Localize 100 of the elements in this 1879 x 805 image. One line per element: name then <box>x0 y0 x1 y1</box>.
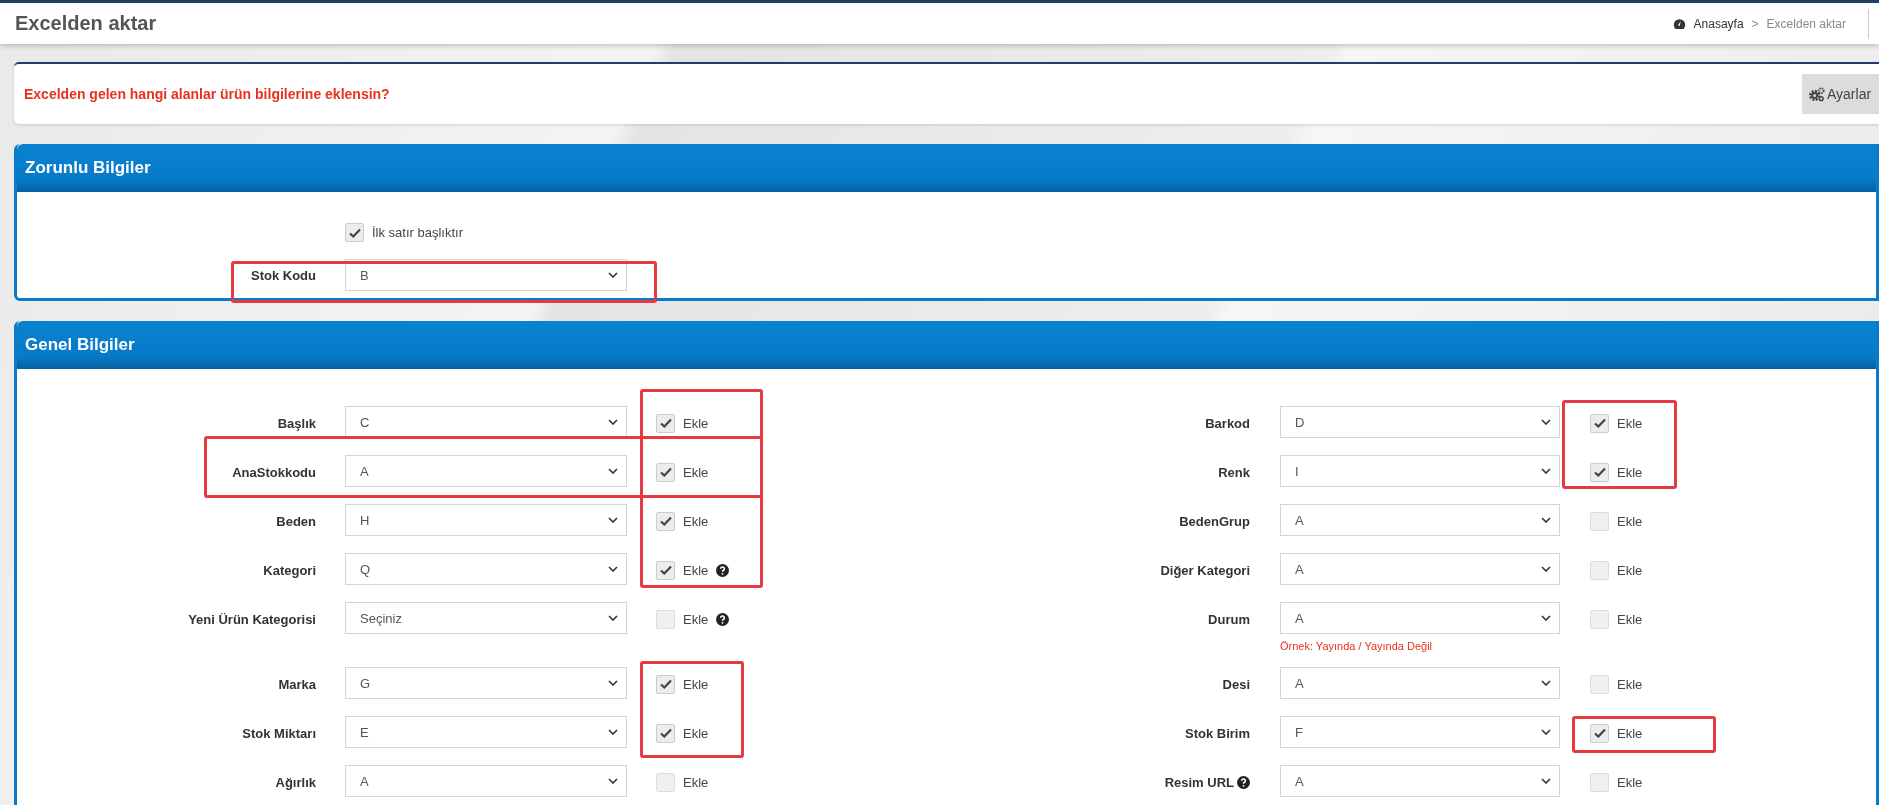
select-field[interactable]: C <box>345 406 627 438</box>
checkbox[interactable] <box>1590 413 1609 433</box>
chevron-down-icon <box>1541 517 1551 523</box>
field-label: Kategori <box>263 562 316 578</box>
field-label: AnaStokkodu <box>232 464 316 480</box>
field-label: Başlık <box>277 415 316 431</box>
field-label: Durum <box>1208 611 1250 627</box>
page-title: Excelden aktar <box>15 12 157 35</box>
hint-text: Örnek: Yayında / Yayında Değil <box>1280 640 1434 652</box>
checkbox[interactable] <box>656 723 675 743</box>
select-field[interactable]: D <box>1280 406 1560 438</box>
checkbox-label: Ekle <box>683 464 709 480</box>
select-field[interactable]: A <box>1280 504 1560 536</box>
checkbox[interactable] <box>656 674 675 694</box>
field-label: Stok Miktarı <box>242 725 316 741</box>
field-label: Renk <box>1218 464 1250 480</box>
select-field[interactable]: G <box>345 667 627 699</box>
chevron-down-icon <box>608 272 618 278</box>
field-label: Stok Kodu <box>251 267 316 283</box>
breadcrumb-link[interactable]: Anasayfa <box>1693 16 1744 31</box>
checkbox[interactable] <box>1590 560 1609 580</box>
settings-button[interactable]: Ayarlar <box>1802 74 1879 114</box>
checkbox[interactable] <box>656 609 675 629</box>
breadcrumb-separator: > <box>1751 16 1759 31</box>
checkbox-label: Ekle <box>683 562 709 578</box>
check-icon <box>659 418 672 428</box>
chevron-down-icon <box>608 778 618 784</box>
settings-icon <box>1808 86 1825 102</box>
select-field[interactable]: A <box>345 455 627 487</box>
notice-text: Excelden gelen hangi alanlar ürün bilgilerine eklensin? <box>24 86 390 102</box>
checkbox[interactable] <box>656 511 675 531</box>
chevron-down-icon <box>1541 680 1551 686</box>
check-icon <box>1593 728 1606 738</box>
chevron-down-icon <box>608 729 618 735</box>
help-icon[interactable] <box>1237 775 1250 789</box>
select-field[interactable]: A <box>1280 667 1560 699</box>
select-field[interactable]: A <box>1280 765 1560 797</box>
check-icon <box>659 728 672 738</box>
checkbox-label: Ekle <box>683 415 709 431</box>
select-field[interactable]: I <box>1280 455 1560 487</box>
checkbox-label: İlk satır başlıktır <box>372 225 464 240</box>
field-label: Yeni Ürün Kategorisi <box>188 611 316 627</box>
field-label: Ağırlık <box>275 774 316 790</box>
field-label: Barkod <box>1205 415 1250 431</box>
checkbox[interactable] <box>656 462 675 482</box>
chevron-down-icon <box>608 566 618 572</box>
checkbox-label: Ekle <box>1617 464 1643 480</box>
help-icon[interactable] <box>716 612 730 626</box>
check-icon <box>659 679 672 689</box>
select-field[interactable]: Seçiniz <box>345 602 627 634</box>
field-label: Desi <box>1222 676 1250 692</box>
checkbox-label: Ekle <box>683 513 709 529</box>
select-field[interactable]: A <box>345 765 627 797</box>
chevron-down-icon <box>608 468 618 474</box>
checkbox-label: Ekle <box>1617 676 1643 692</box>
check-icon <box>348 227 361 238</box>
checkbox[interactable] <box>1590 511 1609 531</box>
help-icon[interactable] <box>716 563 730 577</box>
check-icon <box>659 565 672 575</box>
checkbox-label: Ekle <box>1617 774 1643 790</box>
chevron-down-icon <box>608 680 618 686</box>
field-label: Beden <box>276 513 316 529</box>
field-label: BedenGrup <box>1179 513 1250 529</box>
checkbox-label: Ekle <box>1617 562 1643 578</box>
chevron-down-icon <box>1541 468 1551 474</box>
checkbox[interactable] <box>345 223 364 242</box>
panel-title: Zorunlu Bilgiler <box>25 158 151 178</box>
chevron-down-icon <box>1541 778 1551 784</box>
check-icon <box>659 516 672 526</box>
checkbox[interactable] <box>656 413 675 433</box>
checkbox[interactable] <box>1590 772 1609 792</box>
checkbox[interactable] <box>1590 609 1609 629</box>
select-field[interactable]: F <box>1280 716 1560 748</box>
field-label: Marka <box>278 676 316 692</box>
chevron-down-icon <box>1541 615 1551 621</box>
select-field[interactable]: H <box>345 504 627 536</box>
checkbox[interactable] <box>1590 674 1609 694</box>
chevron-down-icon <box>1541 729 1551 735</box>
panel-title: Genel Bilgiler <box>25 335 135 355</box>
dashboard-icon <box>1672 17 1686 30</box>
checkbox[interactable] <box>656 560 675 580</box>
chevron-down-icon <box>608 419 618 425</box>
select-field[interactable]: A <box>1280 553 1560 585</box>
checkbox-label: Ekle <box>1617 611 1643 627</box>
check-icon <box>1593 418 1606 428</box>
field-label: Resim URL <box>1164 774 1234 790</box>
chevron-down-icon <box>1541 566 1551 572</box>
select-field[interactable]: A <box>1280 602 1560 634</box>
checkbox[interactable] <box>1590 723 1609 743</box>
select-field[interactable]: E <box>345 716 627 748</box>
check-icon <box>1593 467 1606 477</box>
breadcrumb-current: Excelden aktar <box>1766 16 1846 31</box>
field-label: Diğer Kategori <box>1160 562 1250 578</box>
checkbox-label: Ekle <box>683 725 709 741</box>
select-field[interactable]: Q <box>345 553 627 585</box>
chevron-down-icon <box>608 615 618 621</box>
field-label: Stok Birim <box>1185 725 1250 741</box>
checkbox[interactable] <box>656 772 675 792</box>
checkbox-label: Ekle <box>683 774 709 790</box>
checkbox[interactable] <box>1590 462 1609 482</box>
